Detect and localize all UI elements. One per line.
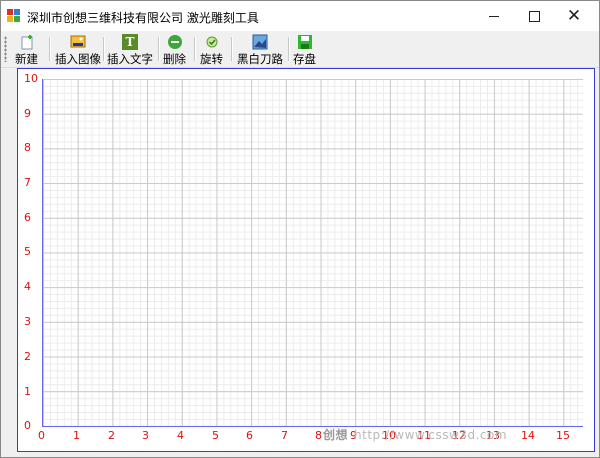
bw-toolpath-icon — [252, 34, 268, 50]
toolbar-separator — [158, 37, 160, 61]
maximize-button[interactable] — [514, 1, 554, 31]
design-canvas[interactable]: 10 9 8 7 6 5 4 3 2 1 0 0 1 2 3 4 5 6 7 8… — [17, 68, 595, 452]
x-tick-label: 7 — [281, 429, 288, 442]
watermark: 创想 http://www.cssw3d.com — [323, 428, 508, 442]
grid-plot[interactable] — [42, 79, 583, 427]
minimize-button[interactable] — [474, 1, 514, 31]
y-tick-label: 7 — [24, 176, 31, 189]
minimize-icon — [489, 15, 499, 17]
toolbar-grip[interactable] — [4, 36, 7, 62]
y-tick-label: 9 — [24, 107, 31, 120]
y-tick-label: 10 — [24, 72, 38, 85]
x-tick-label: 4 — [177, 429, 184, 442]
toolbar-separator — [231, 37, 233, 61]
insert-image-button[interactable]: 插入图像 — [55, 32, 101, 66]
x-tick-label: 2 — [108, 429, 115, 442]
insert-text-button[interactable]: T 插入文字 — [107, 32, 153, 66]
x-tick-label: 1 — [73, 429, 80, 442]
toolbar-separator — [49, 37, 51, 61]
title-bar: 深圳市创想三维科技有限公司 激光雕刻工具 ✕ — [1, 1, 599, 31]
y-tick-label: 0 — [24, 419, 31, 432]
window-title: 深圳市创想三维科技有限公司 激光雕刻工具 — [27, 11, 259, 25]
y-tick-label: 8 — [24, 141, 31, 154]
app-window: 深圳市创想三维科技有限公司 激光雕刻工具 ✕ 新建 插入图像 T 插入文字 删除… — [0, 0, 600, 458]
rotate-button[interactable]: 旋转 — [200, 32, 223, 66]
toolbar-separator — [103, 37, 105, 61]
insert-image-icon — [70, 34, 86, 50]
y-tick-label: 3 — [24, 315, 31, 328]
new-button[interactable]: 新建 — [15, 32, 38, 66]
x-tick-label: 15 — [556, 429, 570, 442]
close-icon: ✕ — [566, 6, 582, 26]
toolbar: 新建 插入图像 T 插入文字 删除 旋转 黑白刀路 存盘 — [1, 31, 599, 68]
x-tick-label: 5 — [212, 429, 219, 442]
x-tick-label: 8 — [315, 429, 322, 442]
delete-button[interactable]: 删除 — [163, 32, 186, 66]
x-tick-label: 14 — [521, 429, 535, 442]
insert-text-icon: T — [122, 34, 138, 50]
toolbar-separator — [288, 37, 290, 61]
x-tick-label: 3 — [142, 429, 149, 442]
maximize-icon — [528, 10, 540, 22]
y-tick-label: 1 — [24, 385, 31, 398]
new-icon — [19, 34, 35, 50]
y-tick-label: 5 — [24, 245, 31, 258]
y-tick-label: 6 — [24, 211, 31, 224]
app-icon — [7, 9, 21, 23]
rotate-icon — [204, 34, 220, 50]
x-tick-label: 6 — [246, 429, 253, 442]
y-tick-label: 2 — [24, 350, 31, 363]
delete-icon — [167, 34, 183, 50]
toolbar-separator — [194, 37, 196, 61]
save-icon — [297, 34, 313, 50]
save-button[interactable]: 存盘 — [293, 32, 316, 66]
x-tick-label: 0 — [38, 429, 45, 442]
bw-toolpath-button[interactable]: 黑白刀路 — [237, 32, 283, 66]
y-tick-label: 4 — [24, 280, 31, 293]
close-button[interactable]: ✕ — [554, 1, 594, 31]
